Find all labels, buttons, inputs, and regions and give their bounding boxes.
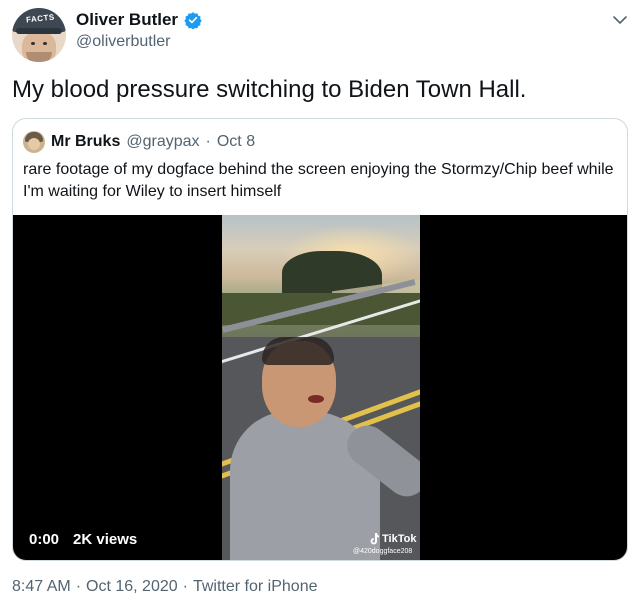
avatar-eye: [31, 42, 35, 45]
tweet-text: My blood pressure switching to Biden Tow…: [12, 76, 527, 103]
author-handle[interactable]: @oliverbutler: [76, 33, 171, 51]
verified-badge-icon: [184, 12, 202, 29]
avatar-eye: [43, 42, 47, 45]
quoted-author-avatar: [23, 131, 45, 153]
footer-separator: ·: [75, 578, 82, 595]
video-frame: [222, 215, 420, 560]
author-name-row: Oliver Butler: [76, 10, 202, 30]
video-overlay-info: 0:00 2K views: [29, 531, 137, 548]
author-avatar[interactable]: FACTS: [12, 8, 66, 62]
tweet-source[interactable]: Twitter for iPhone: [193, 578, 318, 596]
tiktok-handle: @420doggface208: [353, 548, 413, 555]
video-time: 0:00: [29, 531, 60, 548]
avatar-cap-brim: [16, 28, 62, 34]
quoted-separator: ·: [205, 133, 211, 150]
tweet-footer: 8:47 AM · Oct 16, 2020 · Twitter for iPh…: [12, 578, 317, 596]
tiktok-logo-icon: [370, 533, 379, 545]
tiktok-watermark: TikTok: [369, 533, 416, 545]
author-display-name[interactable]: Oliver Butler: [76, 10, 178, 30]
chevron-down-icon[interactable]: [612, 14, 628, 26]
avatar-beard: [26, 52, 52, 62]
quoted-author-name: Mr Bruks: [51, 133, 121, 150]
video-person-hair: [262, 337, 334, 365]
quoted-date: Oct 8: [216, 133, 256, 150]
quoted-tweet[interactable]: Mr Bruks @graypax · Oct 8 rare footage o…: [12, 118, 628, 561]
tweet-date[interactable]: Oct 16, 2020: [86, 578, 178, 596]
quoted-avatar-face: [28, 138, 40, 150]
video-player[interactable]: 0:00 2K views TikTok @420doggface208: [13, 215, 627, 560]
video-person-mouth: [308, 395, 324, 403]
tweet-time[interactable]: 8:47 AM: [12, 578, 71, 596]
tiktok-brand: TikTok: [382, 533, 417, 545]
footer-separator: ·: [182, 578, 188, 595]
tweet: FACTS Oliver Butler @oliverbutler My blo…: [0, 0, 639, 606]
video-views: 2K views: [73, 531, 138, 548]
quoted-tweet-text: rare footage of my dogface behind the sc…: [23, 161, 614, 200]
quoted-author-handle: @graypax: [126, 133, 200, 150]
quoted-tweet-header: Mr Bruks @graypax · Oct 8: [23, 131, 255, 153]
